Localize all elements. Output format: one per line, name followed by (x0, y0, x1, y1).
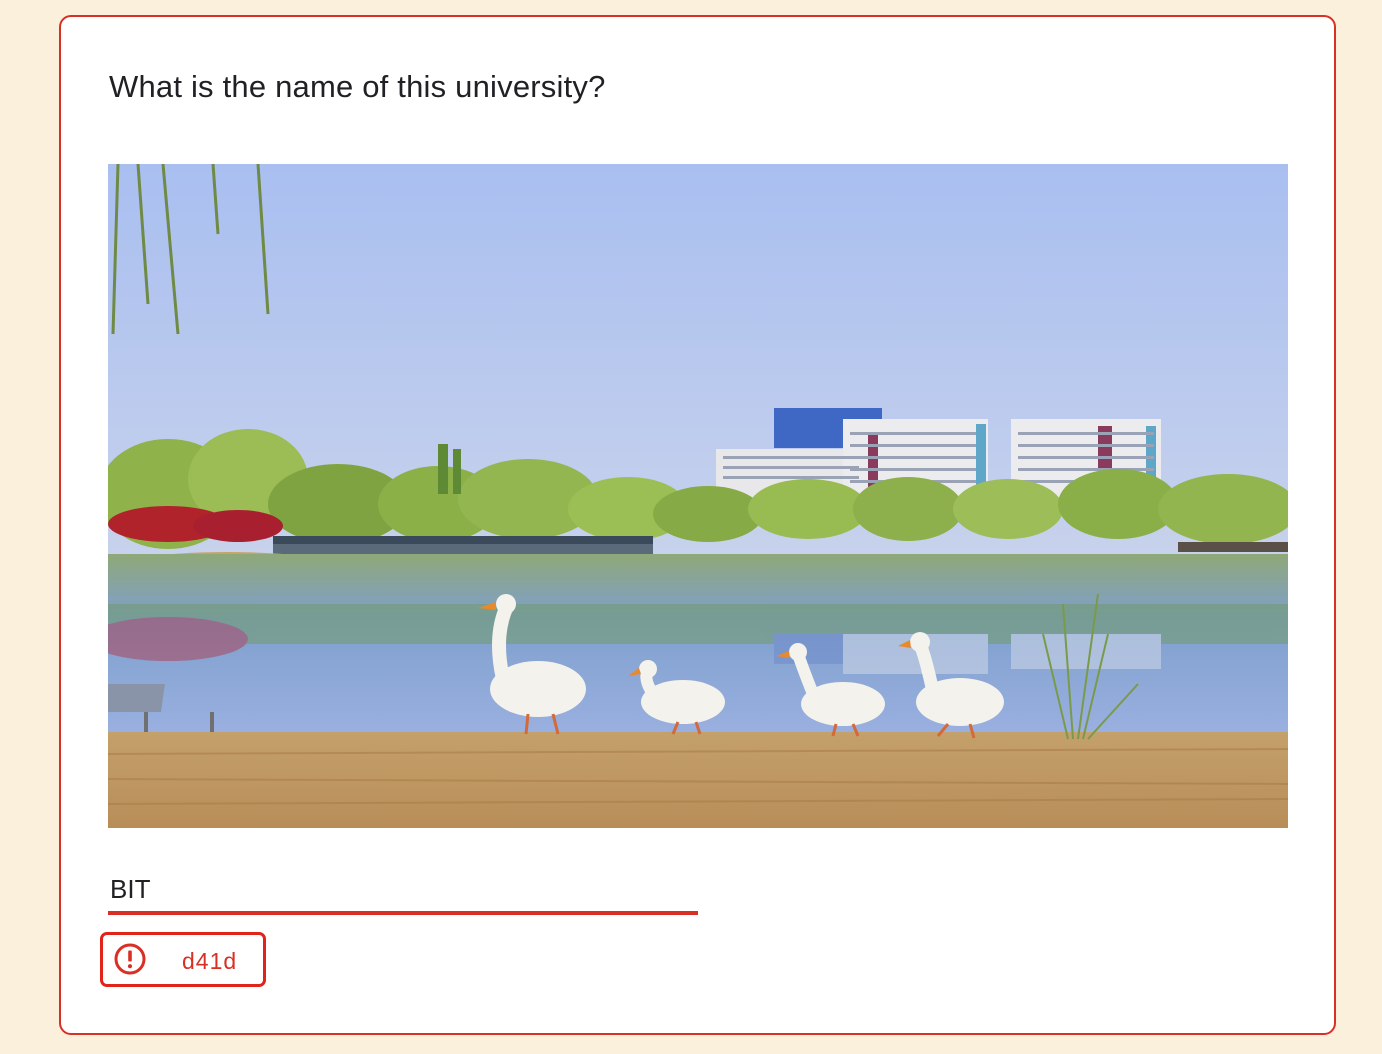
error-exclamation-icon (114, 943, 146, 975)
answer-underline (108, 911, 698, 915)
answer-field[interactable]: BIT (108, 869, 698, 917)
answer-input-value[interactable]: BIT (110, 874, 150, 905)
campus-lake-geese-photo (108, 164, 1288, 828)
error-message: d41d (100, 932, 266, 987)
question-image (108, 164, 1288, 828)
question-title: What is the name of this university? (109, 69, 606, 104)
question-card: What is the name of this university? BIT… (59, 15, 1336, 1035)
error-text: d41d (182, 948, 238, 974)
